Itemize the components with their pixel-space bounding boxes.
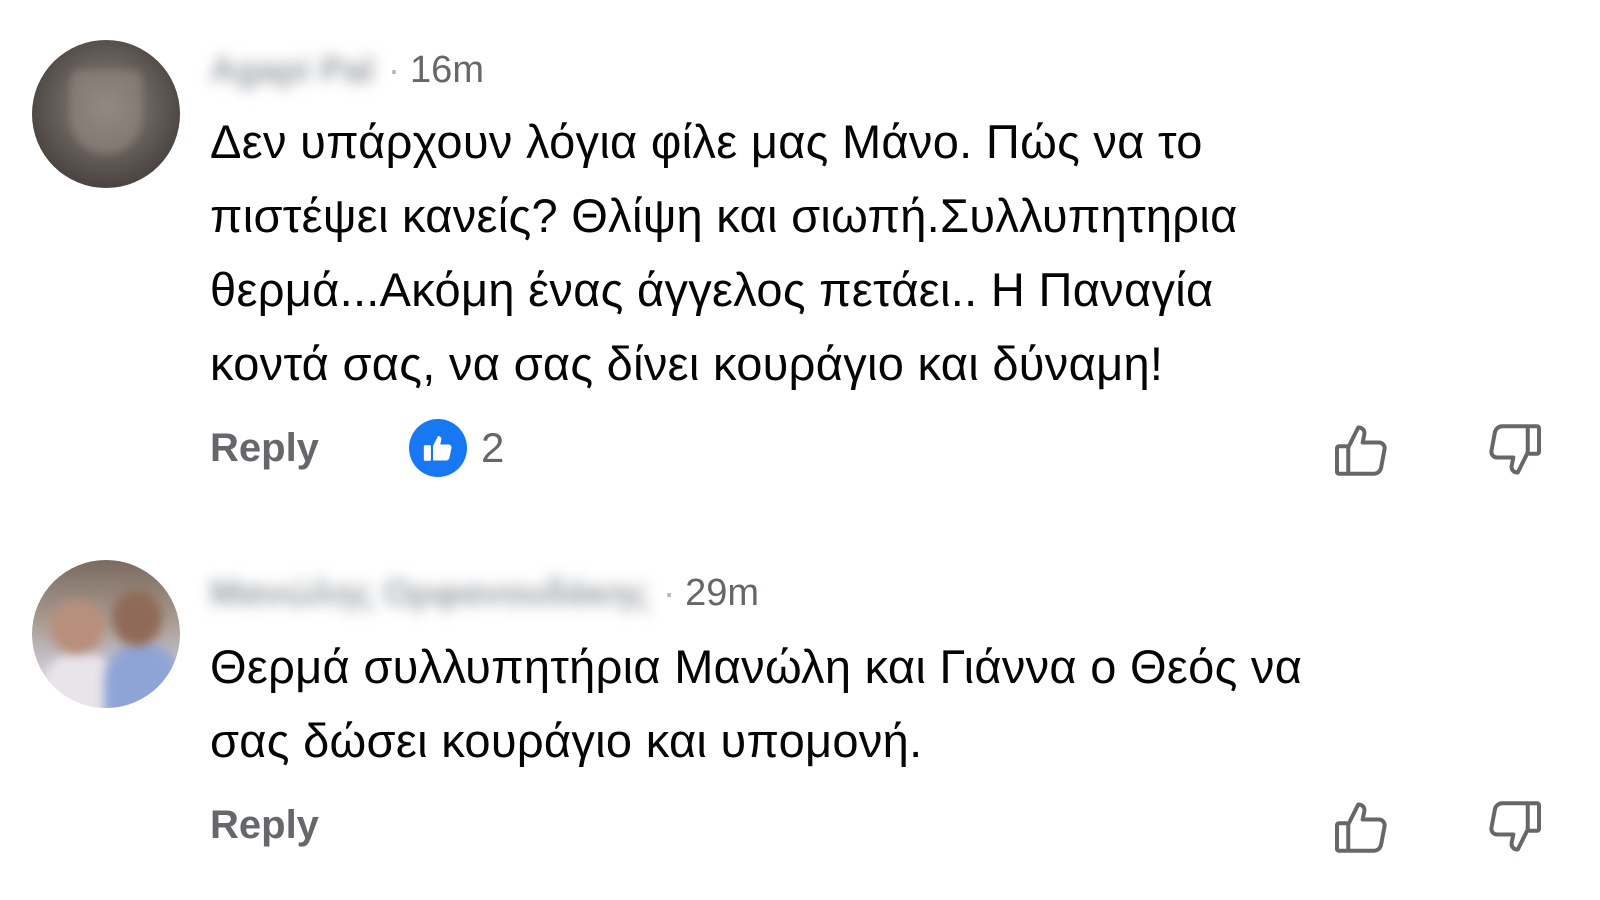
comment: Μανώλης Ορφανουδάκης · 29m Θερμά συλλυπη… [0,535,1600,900]
separator-dot: · [388,49,401,90]
like-icon [408,419,467,477]
thumbs-down-outline-icon[interactable] [1484,797,1544,857]
thumbs-up-outline-icon[interactable] [1332,420,1392,480]
comment: Agapi Pal · 16m Δεν υπάρχουν λόγια φίλε … [0,0,1600,500]
thumbs-up-outline-icon[interactable] [1332,797,1392,857]
comment-text: Δεν υπάρχουν λόγια φίλε μας Μάνο. Πώς να… [210,115,1238,390]
comment-header: Μανώλης Ορφανουδάκης · 29m [210,568,759,618]
comment-actions: Reply [210,795,319,855]
comment-header: Agapi Pal · 16m [210,45,484,95]
avatar[interactable] [32,40,180,188]
author-name[interactable]: Μανώλης Ορφανουδάκης [210,572,649,614]
avatar-image [70,70,142,154]
comment-actions: Reply 2 [210,418,504,478]
reaction-summary[interactable]: 2 [408,419,505,477]
avatar[interactable] [32,560,180,708]
reply-button[interactable]: Reply [210,426,319,471]
timestamp[interactable]: 29m [685,572,759,615]
reply-button[interactable]: Reply [210,803,319,848]
author-name[interactable]: Agapi Pal [210,49,374,91]
reaction-count: 2 [480,424,505,471]
thumbs-down-outline-icon[interactable] [1484,420,1544,480]
timestamp[interactable]: 16m [410,49,484,92]
separator-dot: · [663,572,676,613]
comment-text: Θερμά συλλυπητήρια Μανώλη και Γιάννα ο Θ… [210,640,1303,767]
